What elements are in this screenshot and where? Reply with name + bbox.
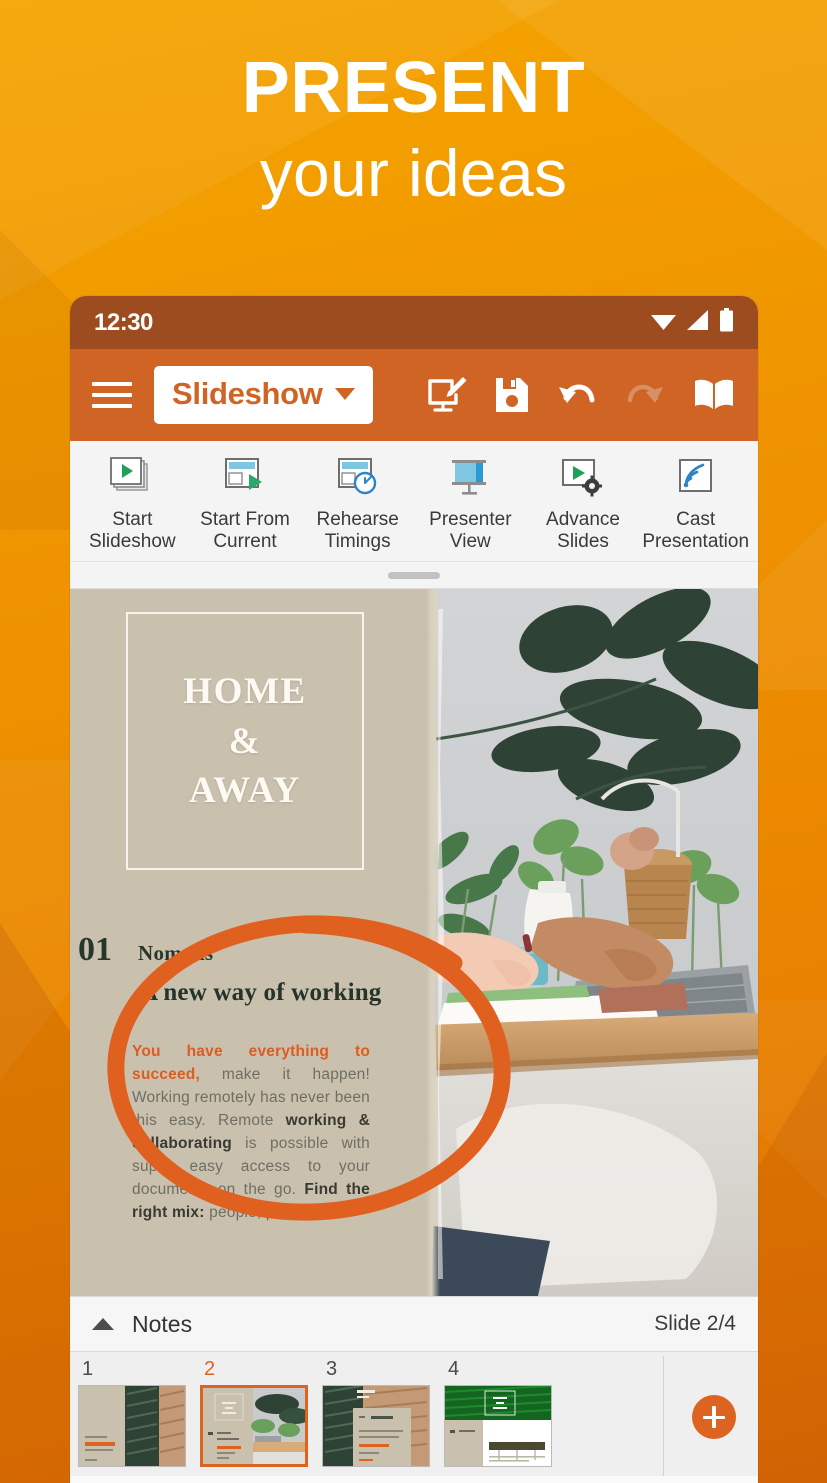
slide-body-part3: people, places and: [204, 1204, 343, 1221]
redo-icon[interactable]: [624, 378, 666, 412]
notes-label: Notes: [132, 1310, 193, 1337]
ribbon-item-start-from-current[interactable]: Start From Current: [189, 453, 302, 553]
ribbon-label: Presenter View: [429, 509, 512, 553]
ribbon-label: Start From Current: [200, 509, 290, 553]
present-icon[interactable]: [426, 374, 468, 416]
ribbon-label: Advance Slides: [546, 509, 620, 553]
slide-section-subtitle: A new way of working: [140, 979, 382, 1007]
slide-thumbnail-3[interactable]: 3: [322, 1352, 432, 1476]
advance-slides-icon: [559, 453, 607, 501]
slide-section-name: Nomads: [138, 941, 214, 966]
slide-title-box: HOME & AWAY: [126, 612, 364, 871]
ribbon-label: Cast Presentation: [642, 509, 750, 553]
undo-icon[interactable]: [556, 378, 598, 412]
slide-thumbnail-2[interactable]: 2: [200, 1352, 310, 1476]
status-time: 12:30: [94, 308, 153, 336]
slide-text-panel: HOME & AWAY 01 Nomads A new way of worki…: [70, 589, 440, 1297]
status-icon-group: [650, 308, 734, 337]
slide-thumbnail-strip[interactable]: 1 2 3 4: [70, 1352, 758, 1477]
drag-grip-icon: [388, 571, 440, 579]
slide-canvas[interactable]: HOME & AWAY 01 Nomads A new way of worki…: [70, 589, 758, 1297]
thumbnail-number: 2: [204, 1358, 216, 1381]
ribbon-label: Start Slideshow: [89, 509, 176, 553]
wifi-icon: [650, 309, 677, 336]
slide-thumbnail-4[interactable]: 4: [444, 1352, 554, 1476]
thumbnail-number: 4: [448, 1358, 460, 1381]
phone-frame: 12:30 Slideshow Start Slideshow Start Fr…: [70, 296, 758, 1483]
start-slideshow-icon: [108, 453, 156, 501]
promo-headline-primary: PRESENT: [241, 48, 586, 128]
thumbnail-preview: [444, 1385, 552, 1468]
thumbnail-preview: [78, 1385, 186, 1468]
ribbon-item-advance-slides[interactable]: Advance Slides: [527, 453, 640, 553]
promo-headline: PRESENT your ideas: [0, 52, 827, 206]
rehearse-timings-icon: [334, 453, 382, 501]
thumbnail-preview: [322, 1385, 430, 1468]
ribbon-item-presenter-view[interactable]: Presenter View: [414, 453, 527, 553]
view-mode-label: Slideshow: [172, 376, 323, 411]
slide-section-row: 01 Nomads: [78, 931, 213, 969]
status-bar: 12:30: [70, 296, 758, 349]
start-from-current-icon: [221, 453, 269, 501]
panel-drag-handle[interactable]: [70, 562, 758, 590]
app-bar: Slideshow: [70, 349, 758, 441]
cellular-signal-icon: [686, 309, 710, 336]
slide-body-copy: You have everything to succeed, make it …: [132, 1041, 370, 1225]
thumbnail-preview: [200, 1385, 308, 1468]
slide-thumbnail-1[interactable]: 1: [78, 1352, 188, 1476]
chevron-up-icon[interactable]: [92, 1318, 114, 1331]
slide-photo: [426, 589, 758, 1297]
promo-headline-secondary: your ideas: [259, 136, 568, 210]
ribbon-item-rehearse-timings[interactable]: Rehearse Timings: [301, 453, 414, 553]
thumbnail-number: 3: [326, 1358, 338, 1381]
ribbon-item-start-slideshow[interactable]: Start Slideshow: [76, 453, 189, 553]
promo-screenshot: PRESENT your ideas 12:30 Slideshow Start…: [0, 0, 827, 1483]
battery-icon: [719, 308, 734, 337]
view-mode-dropdown[interactable]: Slideshow: [154, 366, 373, 424]
slide-section-number: 01: [78, 931, 112, 969]
chevron-down-icon: [334, 388, 355, 400]
slide-counter: Slide 2/4: [654, 1312, 736, 1336]
strip-divider: [663, 1356, 664, 1477]
ribbon-label: Rehearse Timings: [316, 509, 399, 553]
presenter-view-icon: [446, 453, 494, 501]
ribbon-item-cast-presentation[interactable]: Cast Presentation: [639, 453, 752, 553]
save-icon[interactable]: [494, 376, 530, 414]
notes-bar[interactable]: Notes Slide 2/4: [70, 1296, 758, 1353]
slideshow-ribbon: Start Slideshow Start From Current Rehea…: [70, 441, 758, 563]
slide-title: HOME & AWAY: [183, 671, 307, 812]
hamburger-menu-icon[interactable]: [92, 382, 132, 408]
cast-presentation-icon: [672, 453, 720, 501]
thumbnail-number: 1: [82, 1358, 94, 1381]
add-slide-icon[interactable]: [692, 1395, 736, 1440]
read-mode-icon[interactable]: [692, 377, 736, 413]
app-bar-actions: [426, 374, 740, 416]
